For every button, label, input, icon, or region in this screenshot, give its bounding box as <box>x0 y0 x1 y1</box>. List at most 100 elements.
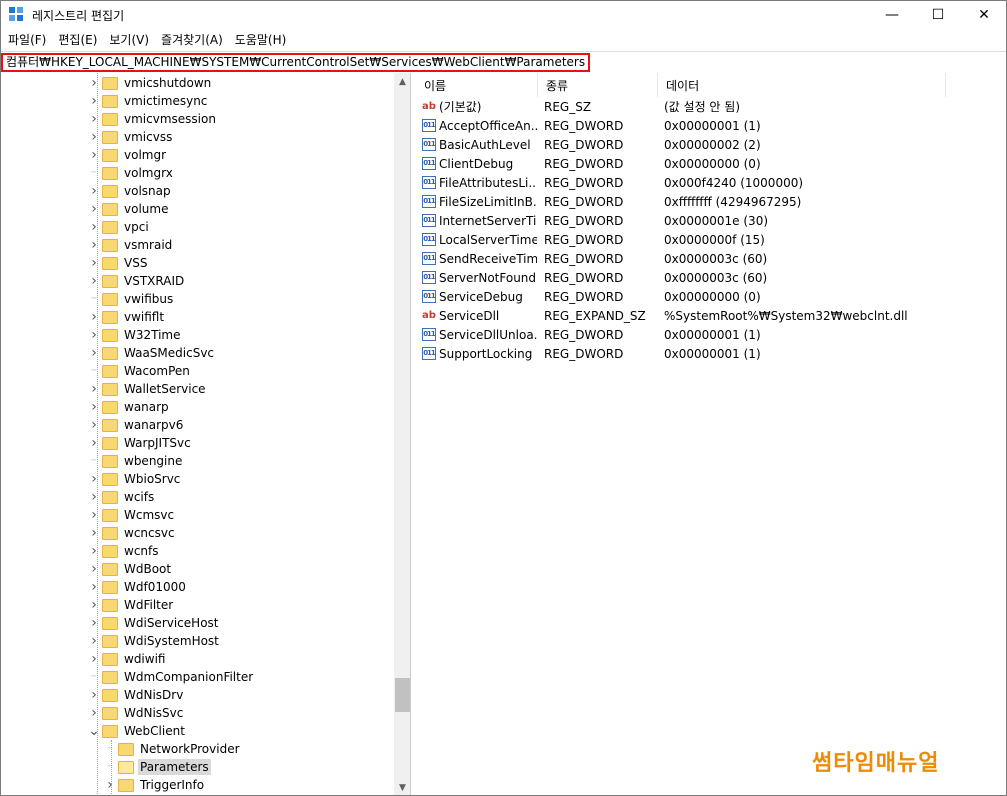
chevron-right-icon[interactable]: › <box>88 398 100 416</box>
values-pane[interactable]: 이름 종류 데이터 ab (기본값) REG_SZ (값 설정 안 됨) 011 Acce… <box>416 73 1007 796</box>
chevron-right-icon[interactable]: › <box>88 254 100 272</box>
chevron-right-icon[interactable]: › <box>88 146 100 164</box>
tree-item[interactable]: ┈ NetworkProvider <box>104 740 242 758</box>
maximize-button[interactable]: ☐ <box>915 0 961 30</box>
tree-item[interactable]: › wanarpv6 <box>88 416 185 434</box>
chevron-down-icon[interactable]: ⌄ <box>88 722 100 740</box>
chevron-right-icon[interactable]: › <box>88 326 100 344</box>
menu-view[interactable]: 보기(V) <box>103 30 155 50</box>
chevron-right-icon[interactable]: › <box>88 560 100 578</box>
tree-item[interactable]: › WalletService <box>88 380 208 398</box>
chevron-right-icon[interactable]: › <box>88 380 100 398</box>
chevron-right-icon[interactable]: › <box>88 506 100 524</box>
value-row[interactable]: 011 ServerNotFound... REG_DWORD 0x0000003c … <box>422 268 1002 287</box>
tree-item[interactable]: › Wcmsvc <box>88 506 176 524</box>
minimize-button[interactable]: — <box>869 0 915 30</box>
value-row[interactable]: 011 ClientDebug REG_DWORD 0x00000000 (0) <box>422 154 1002 173</box>
chevron-right-icon[interactable]: › <box>88 632 100 650</box>
tree-item[interactable]: ⌄ WebClient <box>88 722 187 740</box>
tree-item[interactable]: › W32Time <box>88 326 183 344</box>
tree-item[interactable]: › wcncsvc <box>88 524 177 542</box>
tree-item[interactable]: › vmictimesync <box>88 92 209 110</box>
tree-item[interactable]: › wcnfs <box>88 542 161 560</box>
chevron-right-icon[interactable]: › <box>88 686 100 704</box>
tree-item[interactable]: › WdiServiceHost <box>88 614 221 632</box>
chevron-right-icon[interactable]: › <box>88 110 100 128</box>
tree-item[interactable]: › vwififlt <box>88 308 166 326</box>
tree-item[interactable]: ┈ volmgrx <box>88 164 175 182</box>
value-row[interactable]: 011 FileAttributesLi... REG_DWORD 0x000f424… <box>422 173 1002 192</box>
value-row[interactable]: 011 FileSizeLimitInB... REG_DWORD 0xfffffff… <box>422 192 1002 211</box>
chevron-right-icon[interactable]: › <box>88 92 100 110</box>
tree-item[interactable]: › WaaSMedicSvc <box>88 344 216 362</box>
address-bar[interactable]: 컴퓨터₩HKEY_LOCAL_MACHINE₩SYSTEM₩CurrentCon… <box>1 53 591 72</box>
tree-item[interactable]: ┈ WacomPen <box>88 362 192 380</box>
value-row[interactable]: 011 BasicAuthLevel REG_DWORD 0x00000002 (2) <box>422 135 1002 154</box>
chevron-right-icon[interactable]: › <box>88 272 100 290</box>
value-row[interactable]: 011SendReceiveTim... REG_DWORD 0x0000003c … <box>422 249 1002 268</box>
chevron-right-icon[interactable]: › <box>88 614 100 632</box>
tree-item[interactable]: › WdNisDrv <box>88 686 185 704</box>
tree-item[interactable]: › volsnap <box>88 182 173 200</box>
value-row[interactable]: ab (기본값) REG_SZ (값 설정 안 됨) <box>422 97 1002 116</box>
menu-help[interactable]: 도움말(H) <box>229 30 293 50</box>
scroll-down-icon[interactable]: ▼ <box>394 779 410 796</box>
chevron-right-icon[interactable]: › <box>88 218 100 236</box>
chevron-right-icon[interactable]: › <box>88 578 100 596</box>
close-button[interactable]: ✕ <box>961 0 1007 30</box>
tree-item[interactable]: › WdiSystemHost <box>88 632 221 650</box>
menu-file[interactable]: 파일(F) <box>2 30 52 50</box>
value-row[interactable]: 011 ServiceDebug REG_DWORD 0x00000000 (0) <box>422 287 1002 306</box>
tree-item[interactable]: › vmicvss <box>88 128 174 146</box>
tree-item[interactable]: › wcifs <box>88 488 156 506</box>
tree-item[interactable]: › wdiwifi <box>88 650 167 668</box>
tree-scrollbar[interactable]: ▲ ▼ <box>394 73 410 796</box>
chevron-right-icon[interactable]: › <box>88 416 100 434</box>
chevron-right-icon[interactable]: › <box>88 434 100 452</box>
tree-item[interactable]: › WbioSrvc <box>88 470 182 488</box>
tree-item[interactable]: ┈ vwifibus <box>88 290 175 308</box>
tree-item[interactable]: › volmgr <box>88 146 168 164</box>
tree-item[interactable]: › WarpJITSvc <box>88 434 193 452</box>
value-row[interactable]: 011 SupportLocking REG_DWORD 0x00000001 (1) <box>422 344 1002 363</box>
tree-item[interactable]: › VSS <box>88 254 149 272</box>
scroll-up-icon[interactable]: ▲ <box>394 73 410 90</box>
scrollbar-thumb[interactable] <box>395 678 410 712</box>
value-row[interactable]: 011 AcceptOfficeAn... REG_DWORD 0x00000001 … <box>422 116 1002 135</box>
chevron-right-icon[interactable]: › <box>88 128 100 146</box>
tree-item[interactable]: ┈ wbengine <box>88 452 184 470</box>
tree-item[interactable]: › vpci <box>88 218 151 236</box>
tree-item[interactable]: › vmicshutdown <box>88 74 213 92</box>
tree-item[interactable]: › WdBoot <box>88 560 173 578</box>
tree-item[interactable]: ┈ Parameters <box>104 758 211 776</box>
value-row[interactable]: 011 InternetServerTi... REG_DWORD 0x0000001… <box>422 211 1002 230</box>
tree-item[interactable]: › WdNisSvc <box>88 704 185 722</box>
chevron-right-icon[interactable]: › <box>88 344 100 362</box>
chevron-right-icon[interactable]: › <box>88 650 100 668</box>
column-header-name[interactable]: 이름 <box>416 73 538 97</box>
chevron-right-icon[interactable]: › <box>88 200 100 218</box>
menu-favorites[interactable]: 즐겨찾기(A) <box>155 30 229 50</box>
chevron-right-icon[interactable]: › <box>88 182 100 200</box>
tree-item[interactable]: › VSTXRAID <box>88 272 186 290</box>
tree-item[interactable]: › WdFilter <box>88 596 175 614</box>
chevron-right-icon[interactable]: › <box>88 704 100 722</box>
chevron-right-icon[interactable]: › <box>88 74 100 92</box>
chevron-right-icon[interactable]: › <box>88 524 100 542</box>
chevron-right-icon[interactable]: › <box>88 488 100 506</box>
chevron-right-icon[interactable]: › <box>88 596 100 614</box>
tree-item[interactable]: › vsmraid <box>88 236 174 254</box>
menu-edit[interactable]: 편집(E) <box>52 30 103 50</box>
tree-item[interactable]: › vmicvmsession <box>88 110 218 128</box>
value-row[interactable]: 011 ServiceDllUnloa... REG_DWORD 0x00000001… <box>422 325 1002 344</box>
tree-item[interactable]: › volume <box>88 200 170 218</box>
value-row[interactable]: ab ServiceDll REG_EXPAND_SZ %SystemRoot%₩Sy… <box>422 306 1002 325</box>
chevron-right-icon[interactable]: › <box>88 308 100 326</box>
chevron-right-icon[interactable]: › <box>88 542 100 560</box>
chevron-right-icon[interactable]: › <box>88 236 100 254</box>
tree-item[interactable]: › wanarp <box>88 398 171 416</box>
column-header-type[interactable]: 종류 <box>538 73 658 97</box>
key-tree-pane[interactable]: › vmicshutdown › vmictimesync › vmicvmsession… <box>0 73 411 796</box>
column-header-data[interactable]: 데이터 <box>658 73 946 97</box>
tree-item[interactable]: ┈ WdmCompanionFilter <box>88 668 255 686</box>
